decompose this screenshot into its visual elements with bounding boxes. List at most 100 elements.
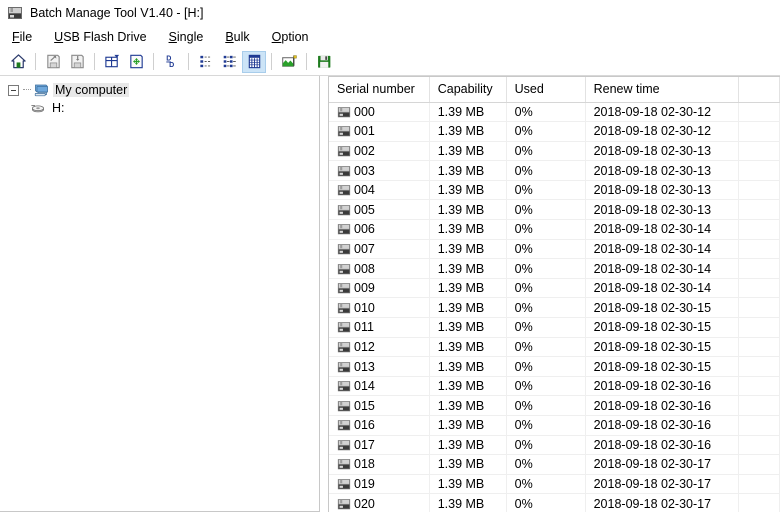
cell-used: 0% — [506, 141, 586, 162]
tree-expander-collapse-icon[interactable] — [8, 84, 19, 96]
panel-splitter[interactable] — [320, 76, 328, 512]
column-extra[interactable] — [738, 77, 780, 103]
floppy-disk-icon — [337, 105, 351, 119]
cell-extra — [738, 395, 780, 416]
serial-wrapper: 009 — [337, 281, 428, 295]
cell-extra — [738, 121, 780, 142]
cell-capability: 1.39 MB — [429, 278, 507, 299]
floppy-disk-icon — [337, 301, 351, 315]
table-row[interactable]: 007 1.39 MB 0% 2018-09-18 02-30-14 — [329, 239, 780, 260]
cell-capability: 1.39 MB — [429, 493, 507, 512]
cell-capability: 1.39 MB — [429, 297, 507, 319]
menu-file[interactable]: File — [12, 28, 42, 46]
flash-drive-list-panel[interactable]: Serial number Capability Used Renew time… — [328, 76, 780, 512]
tree-label-my-computer: My computer — [53, 83, 130, 97]
save-floppy-icon[interactable] — [312, 51, 336, 73]
column-capability[interactable]: Capability — [429, 77, 507, 103]
menu-option[interactable]: Option — [272, 28, 319, 46]
cell-capability: 1.39 MB — [429, 258, 507, 279]
table-header-row: Serial number Capability Used Renew time — [329, 77, 780, 103]
cell-capability: 1.39 MB — [429, 356, 507, 377]
table-row[interactable]: 016 1.39 MB 0% 2018-09-18 02-30-16 — [329, 415, 780, 436]
computer-tree-panel[interactable]: My computer H: — [0, 76, 320, 512]
grid-view-icon[interactable] — [242, 50, 266, 73]
table-row[interactable]: 003 1.39 MB 0% 2018-09-18 02-30-13 — [329, 160, 780, 181]
cell-extra — [738, 102, 780, 123]
serial-wrapper: 000 — [337, 105, 428, 119]
cell-capability: 1.39 MB — [429, 317, 507, 338]
serial-number-text: 003 — [354, 163, 375, 178]
cell-used: 0% — [506, 278, 586, 299]
cell-renew-time: 2018-09-18 02-30-15 — [585, 356, 740, 377]
table-row[interactable]: 014 1.39 MB 0% 2018-09-18 02-30-16 — [329, 376, 780, 397]
table-row[interactable]: 004 1.39 MB 0% 2018-09-18 02-30-13 — [329, 180, 780, 201]
home-icon[interactable] — [6, 51, 30, 73]
sort-descending-icon[interactable]: D D — [159, 51, 183, 73]
menu-accelerator: O — [271, 30, 282, 44]
table-row[interactable]: 006 1.39 MB 0% 2018-09-18 02-30-14 — [329, 219, 780, 240]
refresh-disk-icon[interactable] — [124, 51, 148, 73]
computer-icon — [33, 82, 49, 98]
cell-extra — [738, 160, 780, 181]
table-row[interactable]: 009 1.39 MB 0% 2018-09-18 02-30-14 — [329, 278, 780, 299]
cell-serial-number: 000 — [329, 102, 430, 123]
table-row[interactable]: 001 1.39 MB 0% 2018-09-18 02-30-12 — [329, 121, 780, 142]
table-layout-icon[interactable] — [100, 51, 124, 73]
column-used[interactable]: Used — [506, 77, 586, 103]
open-disk-icon[interactable] — [41, 51, 65, 73]
table-row[interactable]: 012 1.39 MB 0% 2018-09-18 02-30-15 — [329, 337, 780, 358]
list-detail-icon[interactable] — [218, 51, 242, 73]
floppy-disk-icon — [337, 222, 351, 236]
table-row[interactable]: 019 1.39 MB 0% 2018-09-18 02-30-17 — [329, 474, 780, 495]
cell-serial-number: 005 — [329, 199, 430, 221]
serial-number-text: 013 — [354, 359, 375, 374]
table-row[interactable]: 011 1.39 MB 0% 2018-09-18 02-30-15 — [329, 317, 780, 338]
floppy-disk-icon — [337, 399, 351, 413]
table-row[interactable]: 010 1.39 MB 0% 2018-09-18 02-30-15 — [329, 297, 780, 319]
menu-bar: File USB Flash Drive Single Bulk Option — [0, 26, 780, 48]
tree-node-my-computer[interactable]: My computer — [0, 81, 319, 99]
table-row[interactable]: 008 1.39 MB 0% 2018-09-18 02-30-14 — [329, 258, 780, 279]
serial-wrapper: 005 — [337, 203, 428, 217]
cell-serial-number: 002 — [329, 141, 430, 162]
cell-renew-time: 2018-09-18 02-30-12 — [585, 102, 740, 123]
cell-renew-time: 2018-09-18 02-30-15 — [585, 317, 740, 338]
floppy-disk-icon — [337, 340, 351, 354]
tree-node-drive-h[interactable]: H: — [0, 99, 319, 117]
table-row[interactable]: 002 1.39 MB 0% 2018-09-18 02-30-13 — [329, 141, 780, 162]
cell-used: 0% — [506, 199, 586, 221]
serial-number-text: 017 — [354, 437, 375, 452]
menu-single[interactable]: Single — [169, 28, 214, 46]
menu-bulk[interactable]: Bulk — [225, 28, 259, 46]
cell-extra — [738, 258, 780, 279]
serial-wrapper: 013 — [337, 359, 428, 374]
menu-usb-flash-drive[interactable]: USB Flash Drive — [54, 28, 156, 46]
cell-used: 0% — [506, 219, 586, 240]
table-row[interactable]: 015 1.39 MB 0% 2018-09-18 02-30-16 — [329, 395, 780, 416]
table-row[interactable]: 018 1.39 MB 0% 2018-09-18 02-30-17 — [329, 454, 780, 475]
cell-extra — [738, 337, 780, 358]
cell-extra — [738, 278, 780, 299]
save-disk-icon[interactable] — [65, 51, 89, 73]
cell-serial-number: 013 — [329, 356, 430, 377]
cell-renew-time: 2018-09-18 02-30-16 — [585, 435, 740, 456]
column-renew-time[interactable]: Renew time — [585, 77, 740, 103]
cell-used: 0% — [506, 121, 586, 142]
cell-used: 0% — [506, 337, 586, 358]
cell-capability: 1.39 MB — [429, 180, 507, 201]
cell-capability: 1.39 MB — [429, 199, 507, 221]
cell-capability: 1.39 MB — [429, 435, 507, 456]
cell-serial-number: 014 — [329, 376, 430, 397]
table-row[interactable]: 000 1.39 MB 0% 2018-09-18 02-30-12 — [329, 102, 780, 123]
serial-wrapper: 020 — [337, 497, 428, 511]
cell-renew-time: 2018-09-18 02-30-13 — [585, 199, 740, 221]
list-small-icon[interactable] — [194, 51, 218, 73]
format-flag-icon[interactable] — [277, 51, 301, 73]
table-row[interactable]: 013 1.39 MB 0% 2018-09-18 02-30-15 — [329, 356, 780, 377]
title-bar: Batch Manage Tool V1.40 - [H:] — [0, 0, 780, 26]
column-serial-number[interactable]: Serial number — [329, 77, 430, 103]
table-row[interactable]: 017 1.39 MB 0% 2018-09-18 02-30-16 — [329, 435, 780, 456]
serial-wrapper: 011 — [337, 320, 428, 334]
table-row[interactable]: 020 1.39 MB 0% 2018-09-18 02-30-17 — [329, 493, 780, 512]
table-row[interactable]: 005 1.39 MB 0% 2018-09-18 02-30-13 — [329, 199, 780, 221]
